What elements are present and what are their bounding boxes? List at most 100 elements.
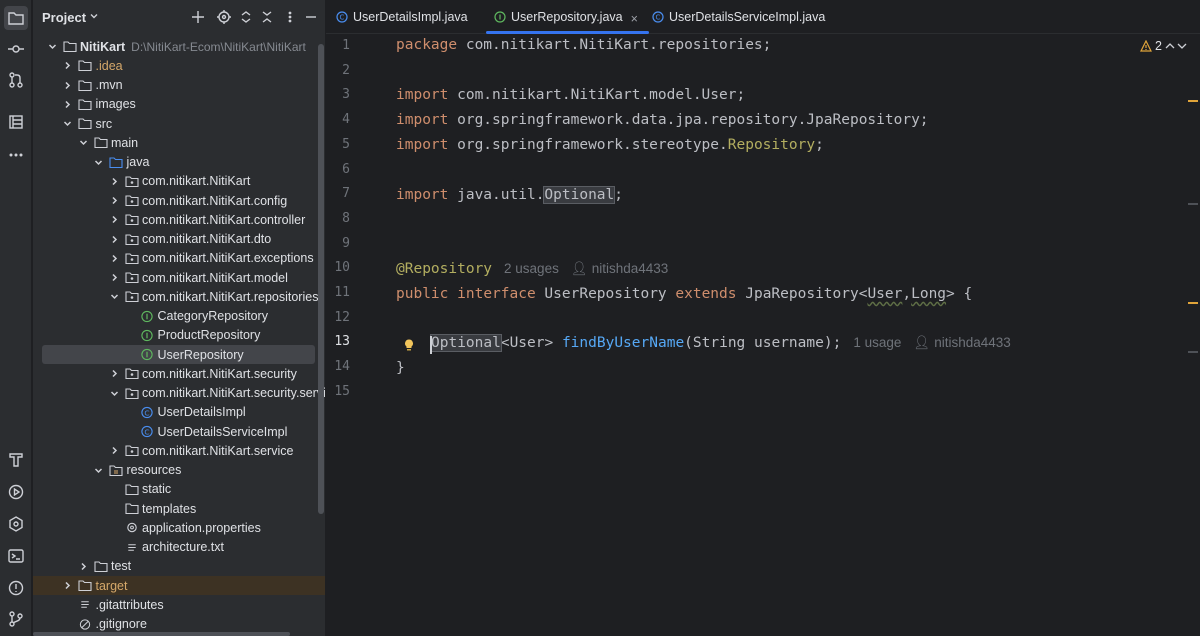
project-horizontal-scrollbar[interactable] (33, 632, 290, 636)
tree-item-java[interactable]: java (33, 153, 325, 172)
navigate-arrows-icon[interactable] (1162, 38, 1190, 54)
tree-item-test[interactable]: test (33, 557, 325, 576)
tree-item-gitignore[interactable]: .gitignore (33, 615, 325, 634)
git-icon[interactable] (4, 607, 28, 631)
usages-hint[interactable]: 1 usage (853, 335, 901, 350)
expand-all-icon[interactable] (238, 9, 254, 25)
chevron-right-icon[interactable] (108, 368, 120, 380)
chevron-right-icon[interactable] (62, 580, 74, 592)
chevron-right-icon[interactable] (108, 252, 120, 264)
tab-userdetailsimpl[interactable]: C UserDetailsImpl.java (336, 0, 468, 34)
tree-item-com-nitikart-nitikart-service[interactable]: com.nitikart.NitiKart.service (33, 441, 325, 460)
tree-item-com-nitikart-nitikart[interactable]: com.nitikart.NitiKart (33, 172, 325, 191)
tree-item-src[interactable]: src (33, 114, 325, 133)
chevron-right-icon[interactable] (77, 560, 89, 572)
commit-icon[interactable] (4, 37, 28, 61)
problems-icon[interactable] (4, 576, 28, 600)
tree-item-com-nitikart-nitikart-config[interactable]: com.nitikart.NitiKart.config (33, 191, 325, 210)
line-number[interactable]: 7 (326, 186, 350, 201)
tree-item-target[interactable]: target (33, 576, 325, 596)
plugins-icon[interactable] (4, 512, 28, 536)
line-number[interactable]: 8 (326, 211, 350, 226)
tree-item-images[interactable]: images (33, 95, 325, 114)
minimize-icon[interactable] (303, 9, 319, 25)
line-number[interactable]: 12 (326, 310, 350, 325)
line-number[interactable]: 5 (326, 137, 350, 152)
close-icon[interactable]: × (631, 12, 641, 26)
chevron-down-icon[interactable] (93, 156, 105, 168)
tree-item-com-nitikart-nitikart-controller[interactable]: com.nitikart.NitiKart.controller (33, 210, 325, 229)
line-number[interactable]: 1 (326, 38, 350, 53)
line-number[interactable]: 15 (326, 384, 350, 399)
line-number[interactable]: 3 (326, 87, 350, 102)
tree-item-com-nitikart-nitikart-exceptions[interactable]: com.nitikart.NitiKart.exceptions (33, 249, 325, 268)
chevron-right-icon[interactable] (62, 79, 74, 91)
tree-item-com-nitikart-nitikart-dto[interactable]: com.nitikart.NitiKart.dto (33, 230, 325, 249)
tree-item-architecture-txt[interactable]: architecture.txt (33, 538, 325, 557)
tree-item-categoryrepository[interactable]: CategoryRepository (33, 307, 325, 326)
tree-item-static[interactable]: static (33, 480, 325, 499)
chevron-right-icon[interactable] (62, 60, 74, 72)
usages-hint[interactable]: 2 usages (504, 261, 559, 276)
pull-requests-icon[interactable] (4, 68, 28, 92)
tree-item-userdetailsserviceimpl[interactable]: C UserDetailsServiceImpl (33, 422, 325, 441)
options-icon[interactable] (282, 9, 298, 25)
tree-item-com-nitikart-nitikart-security-service[interactable]: com.nitikart.NitiKart.security.service (33, 384, 325, 403)
tree-item-userdetailsimpl[interactable]: C UserDetailsImpl (33, 403, 325, 422)
terminal-icon[interactable] (4, 544, 28, 568)
chevron-down-icon[interactable] (89, 11, 99, 21)
line-number[interactable]: 13 (326, 334, 350, 349)
tree-item-productrepository[interactable]: ProductRepository (33, 326, 325, 345)
chevron-down-icon[interactable] (108, 387, 120, 399)
lightbulb-icon[interactable] (402, 338, 416, 352)
chevron-right-icon[interactable] (108, 233, 120, 245)
tab-label: UserDetailsImpl.java (353, 10, 468, 24)
tree-item-application-properties[interactable]: application.properties (33, 518, 325, 537)
services-icon[interactable] (4, 448, 28, 472)
tree-item-resources[interactable]: resources (33, 461, 325, 480)
chevron-right-icon[interactable] (108, 445, 120, 457)
tab-userrepository[interactable]: UserRepository.java × (486, 0, 649, 34)
more-icon[interactable] (4, 143, 28, 167)
locate-icon[interactable] (216, 9, 232, 25)
tree-item-com-nitikart-nitikart-model[interactable]: com.nitikart.NitiKart.model (33, 268, 325, 287)
line-number[interactable]: 4 (326, 112, 350, 127)
folder-icon[interactable] (4, 6, 28, 30)
author-hint[interactable]: 👤︎ nitishda4433 (571, 261, 668, 276)
line-number[interactable]: 2 (326, 63, 350, 78)
line-number[interactable]: 11 (326, 285, 350, 300)
line-number[interactable]: 14 (326, 359, 350, 374)
tree-item-main[interactable]: main (33, 133, 325, 152)
structure-icon[interactable] (4, 110, 28, 134)
line-number[interactable]: 6 (326, 162, 350, 177)
chevron-down-icon[interactable] (108, 291, 120, 303)
new-file-icon[interactable] (190, 9, 206, 25)
tree-item-nitikart[interactable]: NitiKart D:\NitiKart-Ecom\NitiKart\NitiKa… (33, 37, 325, 56)
tree-item-userrepository[interactable]: UserRepository (42, 345, 315, 365)
project-scrollbar[interactable] (318, 44, 324, 514)
chevron-right-icon[interactable] (62, 98, 74, 110)
tree-item-idea[interactable]: .idea (33, 56, 325, 75)
tree-item-mvn[interactable]: .mvn (33, 76, 325, 95)
editor-scrollbar[interactable] (1192, 40, 1200, 636)
collapse-all-icon[interactable] (259, 9, 275, 25)
tab-userdetailsserviceimpl[interactable]: C UserDetailsServiceImpl.java (652, 0, 825, 34)
chevron-down-icon[interactable] (77, 137, 89, 149)
chevron-down-icon[interactable] (93, 464, 105, 476)
run-icon[interactable] (4, 480, 28, 504)
line-number[interactable]: 9 (326, 236, 350, 251)
chevron-down-icon[interactable] (46, 41, 58, 53)
inspection-widget[interactable]: 2 (1140, 39, 1162, 53)
chevron-right-icon[interactable] (108, 175, 120, 187)
tree-item-gitattributes[interactable]: .gitattributes (33, 595, 325, 614)
chevron-right-icon[interactable] (108, 272, 120, 284)
tree-item-com-nitikart-nitikart-repositories[interactable]: com.nitikart.NitiKart.repositories (33, 287, 325, 306)
author-hint[interactable]: 👤︎ nitishda4433 (913, 335, 1010, 350)
project-title[interactable]: Project (42, 10, 86, 25)
tree-item-templates[interactable]: templates (33, 499, 325, 518)
chevron-down-icon[interactable] (62, 118, 74, 130)
tree-item-com-nitikart-nitikart-security[interactable]: com.nitikart.NitiKart.security (33, 364, 325, 383)
chevron-right-icon[interactable] (108, 214, 120, 226)
line-number[interactable]: 10 (326, 260, 350, 275)
chevron-right-icon[interactable] (108, 195, 120, 207)
